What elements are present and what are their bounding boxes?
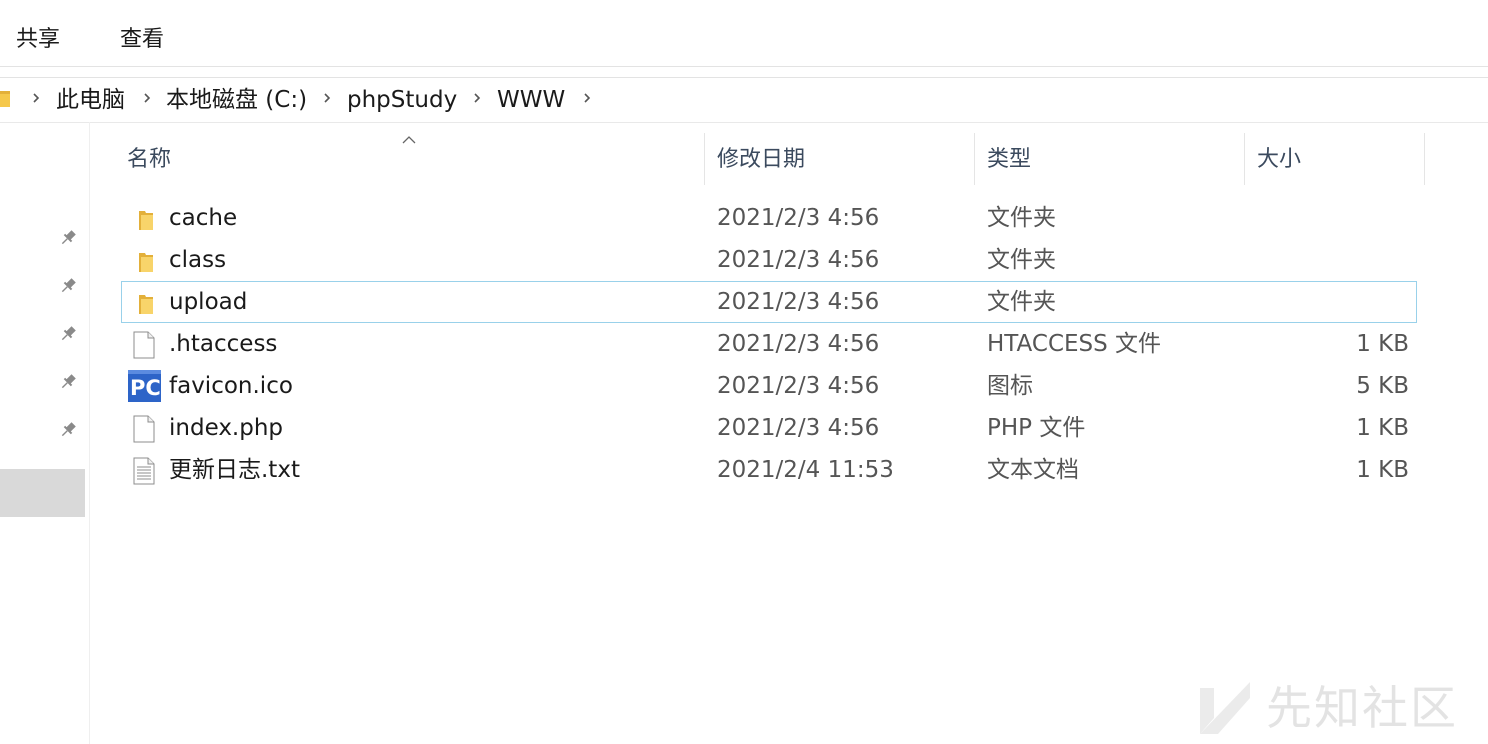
file-type: 文件夹 [987, 289, 1056, 315]
text-file-icon [129, 456, 159, 486]
breadcrumb-phpstudy[interactable]: phpStudy [347, 86, 457, 114]
file-size: 5 KB [1356, 373, 1409, 399]
file-name: index.php [169, 415, 284, 441]
column-divider[interactable] [1424, 133, 1425, 185]
address-bar[interactable]: 此电脑 本地磁盘 (C:) phpStudy WWW [0, 77, 1488, 123]
file-row[interactable]: .htaccess 2021/2/3 4:56 HTACCESS 文件 1 KB [121, 323, 1417, 365]
pin-icon[interactable] [58, 228, 78, 248]
file-type: 文件夹 [987, 205, 1056, 231]
column-header-modified[interactable]: 修改日期 [717, 146, 805, 174]
file-name: favicon.ico [169, 373, 293, 399]
watermark-text: 先知社区 [1266, 681, 1458, 735]
column-divider[interactable] [1244, 133, 1245, 185]
file-icon [129, 330, 159, 360]
file-modified: 2021/2/3 4:56 [717, 331, 880, 357]
file-name: cache [169, 205, 238, 231]
chevron-right-icon[interactable] [142, 93, 152, 103]
phpstudy-icon: PC [128, 370, 161, 402]
svg-text:PC: PC [130, 376, 161, 400]
file-modified: 2021/2/4 11:53 [717, 457, 894, 483]
breadcrumb-this-pc[interactable]: 此电脑 [56, 86, 125, 114]
file-name: 更新日志.txt [169, 457, 300, 483]
pin-icon[interactable] [58, 420, 78, 440]
folder-icon [129, 246, 159, 276]
folder-icon [129, 204, 159, 234]
pin-icon[interactable] [58, 276, 78, 296]
file-type: HTACCESS 文件 [987, 331, 1162, 357]
chevron-right-icon[interactable] [31, 93, 41, 103]
file-modified: 2021/2/3 4:56 [717, 415, 880, 441]
nav-selected-item[interactable] [0, 469, 85, 517]
file-name: .htaccess [169, 331, 278, 357]
file-type: 文件夹 [987, 247, 1056, 273]
chevron-right-icon[interactable] [472, 93, 482, 103]
watermark: 先知社区 [1196, 676, 1476, 738]
file-icon [129, 414, 159, 444]
column-header-size[interactable]: 大小 [1257, 146, 1301, 174]
file-size: 1 KB [1356, 331, 1409, 357]
folder-icon [0, 87, 10, 109]
breadcrumb-www[interactable]: WWW [497, 86, 565, 114]
chevron-right-icon[interactable] [322, 93, 332, 103]
file-row[interactable]: class 2021/2/3 4:56 文件夹 [121, 239, 1417, 281]
file-type: 文本文档 [987, 457, 1079, 483]
sort-ascending-icon[interactable] [400, 130, 418, 144]
pin-icon[interactable] [58, 372, 78, 392]
tab-view[interactable]: 查看 [120, 26, 164, 54]
file-size: 1 KB [1356, 415, 1409, 441]
file-modified: 2021/2/3 4:56 [717, 373, 880, 399]
ribbon: 共享 查看 [0, 0, 1488, 67]
file-type: 图标 [987, 373, 1033, 399]
file-type: PHP 文件 [987, 415, 1086, 441]
pin-icon[interactable] [58, 324, 78, 344]
column-divider[interactable] [704, 133, 705, 185]
breadcrumb-local-disk[interactable]: 本地磁盘 (C:) [166, 86, 307, 114]
file-row[interactable]: cache 2021/2/3 4:56 文件夹 [121, 197, 1417, 239]
file-modified: 2021/2/3 4:56 [717, 205, 880, 231]
folder-icon [129, 288, 159, 318]
column-header-type[interactable]: 类型 [987, 146, 1031, 174]
tab-share[interactable]: 共享 [16, 26, 60, 54]
file-modified: 2021/2/3 4:56 [717, 247, 880, 273]
file-name: upload [169, 289, 248, 315]
file-name: class [169, 247, 227, 273]
file-modified: 2021/2/3 4:56 [717, 289, 880, 315]
xianzhi-logo-icon [1196, 678, 1254, 736]
column-header-name[interactable]: 名称 [127, 146, 171, 174]
file-size: 1 KB [1356, 457, 1409, 483]
file-row-selected[interactable]: upload 2021/2/3 4:56 文件夹 [121, 281, 1417, 323]
file-row[interactable]: 更新日志.txt 2021/2/4 11:53 文本文档 1 KB [121, 449, 1417, 491]
column-divider[interactable] [974, 133, 975, 185]
file-row[interactable]: PC favicon.ico 2021/2/3 4:56 图标 5 KB [121, 365, 1417, 407]
file-row[interactable]: index.php 2021/2/3 4:56 PHP 文件 1 KB [121, 407, 1417, 449]
navigation-pane[interactable] [0, 122, 90, 744]
chevron-right-icon[interactable] [582, 93, 592, 103]
